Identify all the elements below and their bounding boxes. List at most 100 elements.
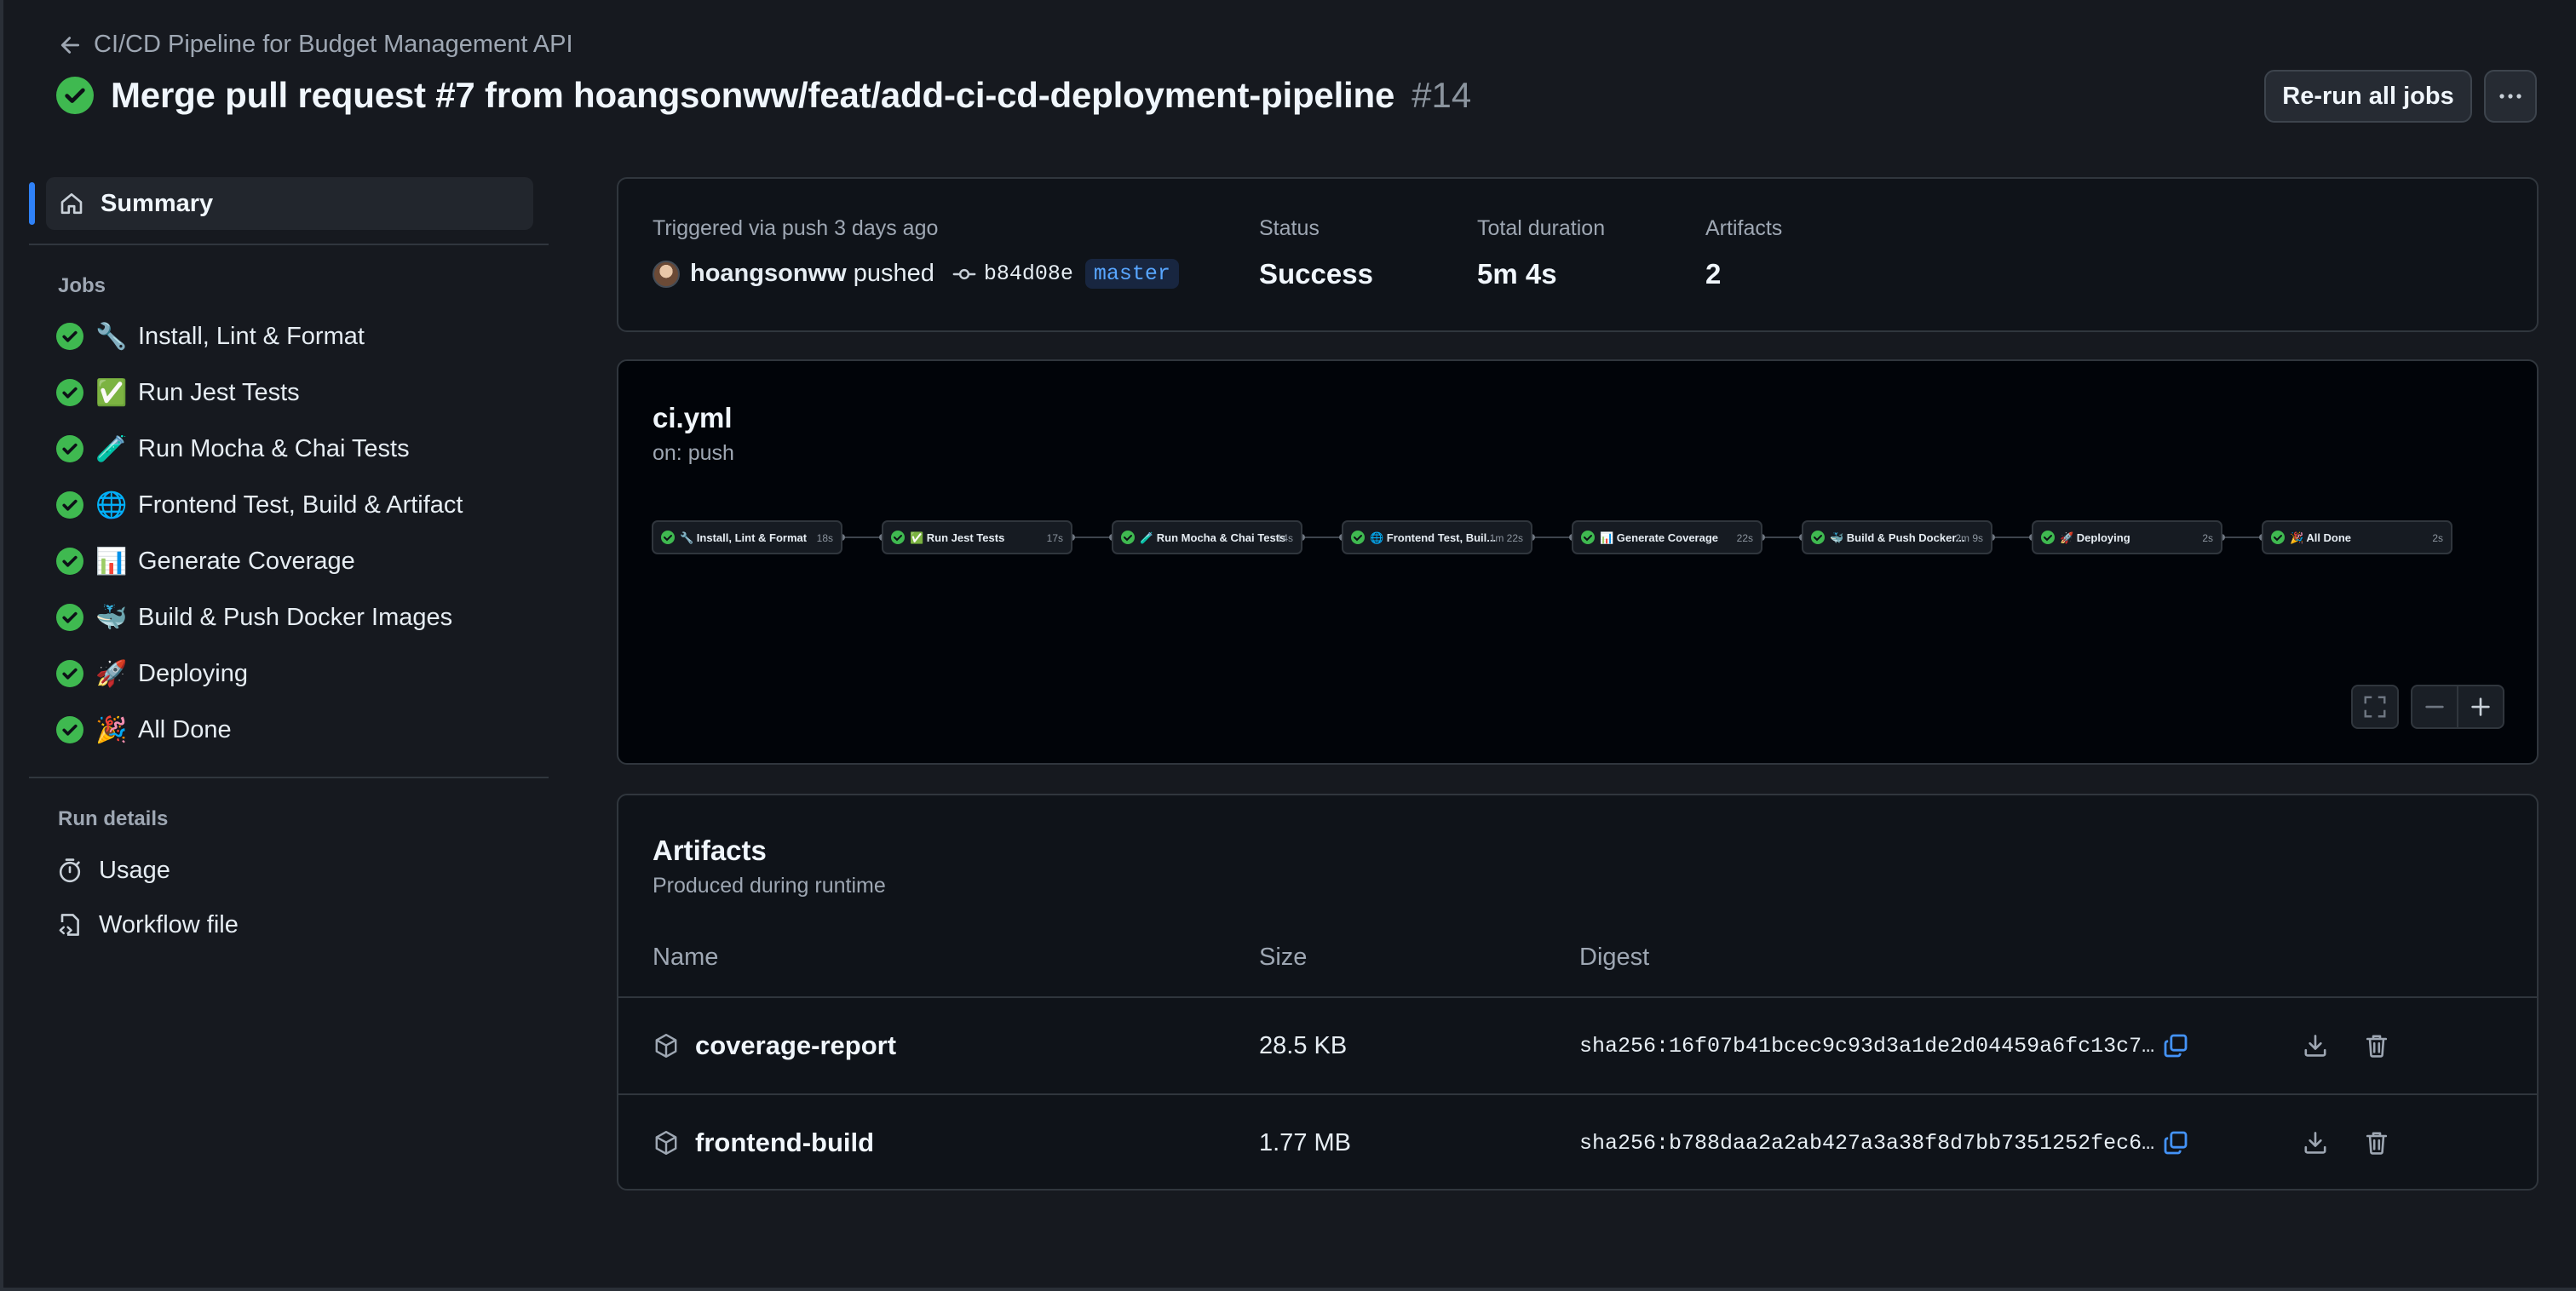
artifact-digest: sha256:b788daa2a2ab427a3a38f8d7bb7351252… [1579, 1130, 2155, 1156]
graph-node[interactable]: 🌐 Frontend Test, Buil...1m 22s [1342, 520, 1532, 554]
graph-node-duration: 2s [2432, 532, 2443, 544]
artifact-digest: sha256:16f07b41bcec9c93d3a1de2d04459a6fc… [1579, 1033, 2155, 1059]
check-circle-icon [1581, 531, 1595, 544]
duration-label: Total duration [1477, 216, 1606, 240]
avatar[interactable] [653, 260, 680, 288]
workflow-graph: 🔧 Install, Lint & Format 18s ✅ Run Jest Te… [652, 520, 2452, 554]
graph-node-label: 🧪 Run Mocha & Chai Tests [1140, 531, 1285, 544]
job-label: Build & Push Docker Images [138, 603, 453, 631]
copy-icon [2164, 1131, 2188, 1155]
job-emoji: ✅ [95, 378, 128, 407]
job-item[interactable]: 🌐 Frontend Test, Build & Artifact [29, 477, 549, 533]
delete-button[interactable] [2363, 998, 2390, 1093]
job-item[interactable]: 🔧 Install, Lint & Format [29, 308, 549, 364]
commit-link[interactable]: b84d08e [952, 261, 1073, 287]
graph-node-label: 🌐 Frontend Test, Buil... [1370, 531, 1496, 544]
sidebar-item-label: Workflow file [99, 910, 239, 938]
graph-node[interactable]: 🧪 Run Mocha & Chai Tests14s [1112, 520, 1302, 554]
job-item[interactable]: 🚀 Deploying [29, 646, 549, 702]
graph-node[interactable]: 🎉 All Done 2s [2262, 520, 2452, 554]
column-header-size: Size [1259, 944, 1308, 971]
check-circle-icon [1121, 531, 1135, 544]
zoom-out-icon [2425, 705, 2444, 709]
job-item[interactable]: 🎉 All Done [29, 702, 549, 758]
job-emoji: 🎉 [95, 715, 128, 744]
run-details-list: Usage Workflow file [29, 831, 549, 952]
graph-node[interactable]: ✅ Run Jest Tests 17s [882, 520, 1072, 554]
delete-button[interactable] [2363, 1095, 2390, 1191]
artifact-name-link[interactable]: frontend-build [653, 1095, 874, 1191]
triggered-label: Triggered via push 3 days ago [653, 216, 939, 240]
graph-node[interactable]: 📊 Generate Coverage 22s [1572, 520, 1762, 554]
check-circle-icon [1351, 531, 1365, 544]
check-circle-icon [56, 435, 83, 462]
kebab-horizontal-icon [2499, 94, 2521, 99]
actor: hoangsonww pushed [690, 260, 934, 288]
column-header-digest: Digest [1579, 944, 1650, 971]
status-value: Success [1259, 258, 1373, 290]
rerun-all-jobs-button[interactable]: Re-run all jobs [2264, 70, 2472, 123]
graph-node-duration: 22s [1737, 532, 1753, 544]
fullscreen-icon [2364, 696, 2386, 718]
column-header-name: Name [653, 944, 719, 971]
check-circle-icon [56, 716, 83, 743]
run-number: #14 [1412, 75, 1472, 115]
check-circle-icon [56, 604, 83, 631]
status-stat: Status Success [1259, 216, 1373, 290]
download-button[interactable] [2302, 1095, 2329, 1191]
graph-node[interactable]: 🐳 Build & Push Docker...2m 9s [1802, 520, 1992, 554]
sidebar-item-usage[interactable]: Usage [29, 843, 549, 898]
graph-node-duration: 1m 22s [1490, 532, 1523, 544]
artifacts-count-value[interactable]: 2 [1705, 258, 1782, 290]
artifact-name: frontend-build [695, 1127, 875, 1157]
artifact-name-link[interactable]: coverage-report [653, 998, 896, 1093]
copy-digest-button[interactable] [2162, 1095, 2189, 1191]
status-label: Status [1259, 216, 1320, 240]
artifact-name: coverage-report [695, 1030, 897, 1060]
fullscreen-button[interactable] [2351, 685, 2399, 729]
graph-node-label: 🐳 Build & Push Docker... [1830, 531, 1965, 544]
artifacts-count-label: Artifacts [1705, 216, 1783, 240]
branch-label[interactable]: master [1084, 259, 1179, 289]
run-summary-card: Triggered via push 3 days ago hoangsonww… [617, 177, 2539, 332]
arrow-left-icon [60, 36, 80, 54]
download-button[interactable] [2302, 998, 2329, 1093]
job-label: Generate Coverage [138, 547, 355, 575]
sidebar-item-summary[interactable]: Summary [29, 177, 533, 230]
zoom-in-button[interactable] [2457, 685, 2504, 729]
page: CI/CD Pipeline for Budget Management API… [0, 0, 2576, 1291]
commit-sha: b84d08e [983, 261, 1073, 286]
check-circle-icon [661, 531, 675, 544]
graph-node-label: 🔧 Install, Lint & Format [680, 531, 808, 544]
job-label: All Done [138, 715, 232, 743]
workflow-file-icon [59, 914, 79, 936]
graph-node-duration: 2m 9s [1955, 532, 1983, 544]
table-row: coverage-report 28.5 KB sha256:16f07b41b… [618, 996, 2537, 1093]
artifacts-card: Artifacts Produced during runtime Name S… [617, 794, 2539, 1191]
job-item[interactable]: 🐳 Build & Push Docker Images [29, 589, 549, 646]
job-item[interactable]: 🧪 Run Mocha & Chai Tests [29, 421, 549, 477]
check-circle-icon [891, 531, 905, 544]
zoom-out-button[interactable] [2411, 685, 2458, 729]
duration-stat: Total duration 5m 4s [1477, 216, 1605, 290]
check-circle-icon [2041, 531, 2055, 544]
more-options-button[interactable] [2484, 70, 2537, 123]
graph-node-duration: 14s [1277, 532, 1293, 544]
job-item[interactable]: 📊 Generate Coverage [29, 533, 549, 589]
artifacts-subtitle: Produced during runtime [653, 874, 886, 898]
check-circle-icon [1811, 531, 1825, 544]
job-emoji: 📊 [95, 547, 128, 576]
duration-value: 5m 4s [1477, 258, 1557, 290]
check-circle-icon [2271, 531, 2285, 544]
copy-icon [2164, 1034, 2188, 1058]
back-link[interactable]: CI/CD Pipeline for Budget Management API [58, 31, 573, 59]
sidebar-item-workflow-file[interactable]: Workflow file [29, 898, 549, 952]
job-item[interactable]: ✅ Run Jest Tests [29, 364, 549, 421]
copy-digest-button[interactable] [2162, 998, 2189, 1093]
sidebar: Summary Jobs 🔧 Install, Lint & Format ✅ … [29, 177, 549, 952]
actor-name[interactable]: hoangsonww [690, 260, 847, 287]
page-title-row: Merge pull request #7 from hoangsonww/fe… [56, 75, 1471, 116]
graph-node[interactable]: 🚀 Deploying 2s [2032, 520, 2222, 554]
table-row: frontend-build 1.77 MB sha256:b788daa2a2… [618, 1093, 2537, 1191]
graph-node[interactable]: 🔧 Install, Lint & Format 18s [652, 520, 842, 554]
